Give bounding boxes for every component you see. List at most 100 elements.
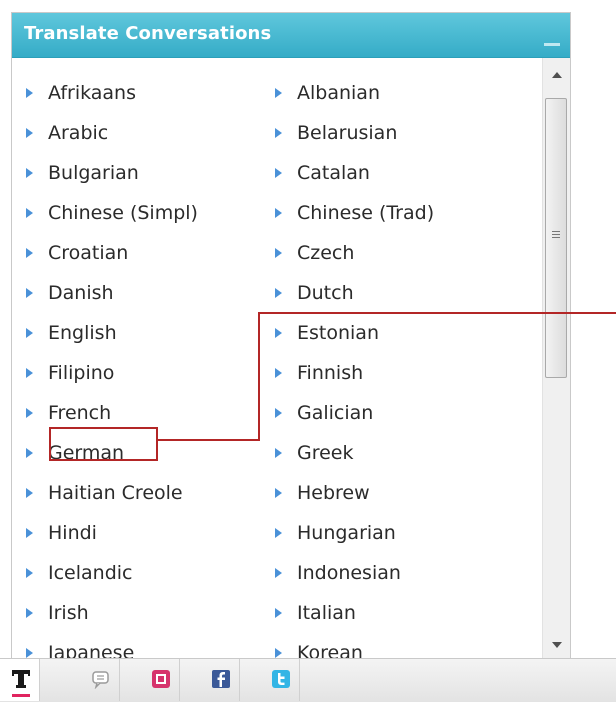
- language-item[interactable]: Chinese (Trad): [272, 193, 512, 233]
- language-item[interactable]: Arabic: [23, 113, 263, 153]
- language-item[interactable]: Dutch: [272, 273, 512, 313]
- triangle-bullet-icon: [275, 528, 282, 538]
- language-item[interactable]: Czech: [272, 233, 512, 273]
- language-label: Indonesian: [297, 562, 401, 584]
- language-label: Albanian: [297, 82, 380, 104]
- language-column-right: Albanian Belarusian Catalan Chinese (Tra…: [272, 73, 512, 659]
- language-label: Japanese: [48, 642, 135, 659]
- language-item[interactable]: Italian: [272, 593, 512, 633]
- triangle-bullet-icon: [275, 488, 282, 498]
- language-label: Korean: [297, 642, 363, 659]
- annotation-highlight-box: [49, 427, 158, 461]
- language-item[interactable]: English: [23, 313, 263, 353]
- language-item[interactable]: Chinese (Simpl): [23, 193, 263, 233]
- panel-title: Translate Conversations: [24, 23, 272, 44]
- language-item[interactable]: Catalan: [272, 153, 512, 193]
- grip-icon: [552, 231, 560, 241]
- language-item[interactable]: Albanian: [272, 73, 512, 113]
- language-label: Hungarian: [297, 522, 396, 544]
- language-label: Catalan: [297, 162, 370, 184]
- triangle-bullet-icon: [26, 128, 33, 138]
- language-item[interactable]: Estonian: [272, 313, 512, 353]
- language-item[interactable]: Filipino: [23, 353, 263, 393]
- triangle-bullet-icon: [275, 608, 282, 618]
- triangle-bullet-icon: [275, 408, 282, 418]
- triangle-bullet-icon: [26, 568, 33, 578]
- translate-tool-button[interactable]: [0, 659, 40, 701]
- vertical-scrollbar[interactable]: [542, 58, 570, 659]
- active-tab-indicator: [12, 694, 30, 697]
- language-label: Greek: [297, 442, 354, 464]
- annotation-connector: [258, 312, 260, 441]
- triangle-bullet-icon: [26, 328, 33, 338]
- scrollbar-thumb[interactable]: [545, 98, 567, 378]
- language-list: Afrikaans Arabic Bulgarian Chinese (Simp…: [12, 58, 542, 659]
- translate-panel: Translate Conversations Afrikaans Arabic…: [11, 12, 571, 659]
- language-item[interactable]: Haitian Creole: [23, 473, 263, 513]
- language-item[interactable]: Belarusian: [272, 113, 512, 153]
- triangle-bullet-icon: [26, 208, 33, 218]
- minimize-icon: [544, 43, 560, 46]
- language-item[interactable]: Japanese: [23, 633, 263, 659]
- triangle-bullet-icon: [26, 88, 33, 98]
- triangle-bullet-icon: [26, 288, 33, 298]
- triangle-bullet-icon: [275, 648, 282, 658]
- language-column-left: Afrikaans Arabic Bulgarian Chinese (Simp…: [23, 73, 263, 659]
- triangle-bullet-icon: [275, 328, 282, 338]
- chat-tool-button[interactable]: [80, 659, 120, 701]
- language-label: Afrikaans: [48, 82, 136, 104]
- triangle-bullet-icon: [26, 408, 33, 418]
- scroll-up-arrow-icon[interactable]: [552, 72, 562, 78]
- language-label: Bulgarian: [48, 162, 139, 184]
- language-item[interactable]: Finnish: [272, 353, 512, 393]
- language-label: Chinese (Simpl): [48, 202, 198, 224]
- minimize-button[interactable]: [544, 40, 560, 48]
- language-item[interactable]: Bulgarian: [23, 153, 263, 193]
- language-label: Irish: [48, 602, 89, 624]
- scroll-down-arrow-icon[interactable]: [552, 642, 562, 648]
- triangle-bullet-icon: [26, 248, 33, 258]
- language-item[interactable]: Hindi: [23, 513, 263, 553]
- language-label: Italian: [297, 602, 356, 624]
- language-label: Belarusian: [297, 122, 398, 144]
- language-label: Haitian Creole: [48, 482, 183, 504]
- pink-square-tool-button[interactable]: [140, 659, 180, 701]
- language-item[interactable]: Irish: [23, 593, 263, 633]
- language-label: Finnish: [297, 362, 364, 384]
- chat-bubble-icon: [91, 669, 111, 690]
- language-item[interactable]: Hungarian: [272, 513, 512, 553]
- language-item[interactable]: Korean: [272, 633, 512, 659]
- language-label: Czech: [297, 242, 355, 264]
- triangle-bullet-icon: [275, 128, 282, 138]
- triangle-bullet-icon: [26, 448, 33, 458]
- triangle-bullet-icon: [275, 448, 282, 458]
- triangle-bullet-icon: [275, 168, 282, 178]
- language-item[interactable]: Hebrew: [272, 473, 512, 513]
- language-label: Galician: [297, 402, 374, 424]
- facebook-tool-button[interactable]: [200, 659, 240, 701]
- language-item[interactable]: Afrikaans: [23, 73, 263, 113]
- triangle-bullet-icon: [26, 648, 33, 658]
- language-label: Icelandic: [48, 562, 133, 584]
- language-item[interactable]: Galician: [272, 393, 512, 433]
- language-label: Hebrew: [297, 482, 370, 504]
- language-label: Estonian: [297, 322, 379, 344]
- language-label: Filipino: [48, 362, 115, 384]
- bold-t-icon: [11, 669, 31, 689]
- panel-header: Translate Conversations: [12, 13, 570, 58]
- language-label: Hindi: [48, 522, 97, 544]
- square-frame-icon: [151, 669, 171, 689]
- triangle-bullet-icon: [26, 488, 33, 498]
- triangle-bullet-icon: [26, 528, 33, 538]
- triangle-bullet-icon: [26, 168, 33, 178]
- triangle-bullet-icon: [26, 608, 33, 618]
- bottom-toolbar: [0, 658, 616, 702]
- triangle-bullet-icon: [26, 368, 33, 378]
- language-item[interactable]: Danish: [23, 273, 263, 313]
- language-item[interactable]: Croatian: [23, 233, 263, 273]
- language-item[interactable]: Icelandic: [23, 553, 263, 593]
- language-item[interactable]: Indonesian: [272, 553, 512, 593]
- twitter-tool-button[interactable]: [260, 659, 300, 701]
- triangle-bullet-icon: [275, 208, 282, 218]
- language-item[interactable]: Greek: [272, 433, 512, 473]
